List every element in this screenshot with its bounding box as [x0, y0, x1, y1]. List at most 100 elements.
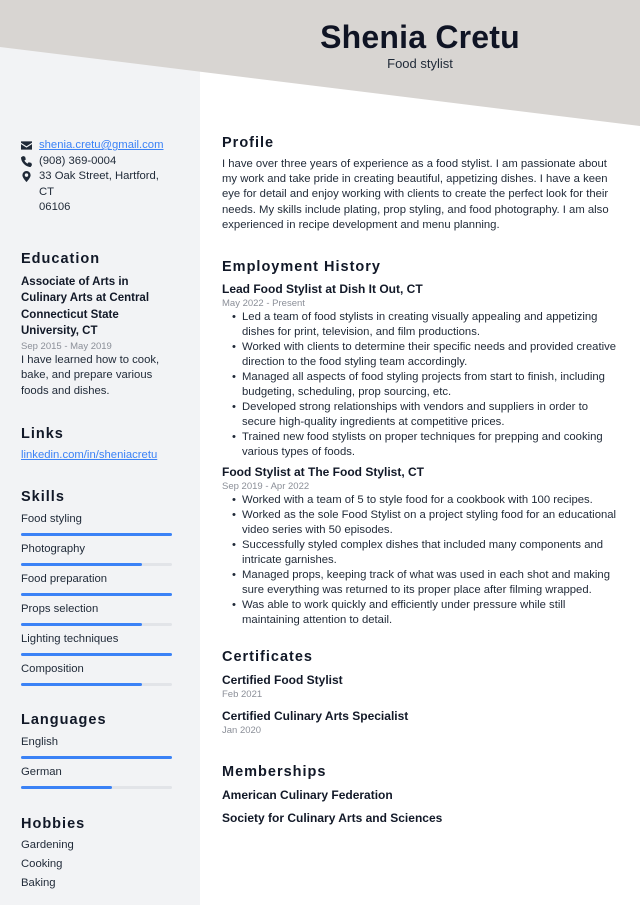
job-dates: Sep 2019 - Apr 2022 — [222, 481, 310, 493]
certificate-date: Feb 2021 — [222, 689, 263, 701]
phone-icon — [21, 154, 39, 167]
skills-section: Skills Food styling Photography Food prepa… — [21, 488, 173, 686]
language-name: German — [21, 766, 62, 778]
job-bullets: Worked with a team of 5 to style food fo… — [232, 493, 622, 628]
membership-item: Society for Culinary Arts and Sciences — [222, 811, 443, 826]
level-bar-fill — [21, 563, 142, 566]
education-section: Education Associate of Arts in Culinary … — [21, 250, 173, 400]
profile-section: Profile I have over three years of exper… — [222, 134, 622, 233]
email-link[interactable]: shenia.cretu@gmail.com — [39, 138, 164, 154]
bullet-item: Managed props, keeping track of what was… — [232, 568, 622, 598]
contact-address: 33 Oak Street, Hartford, CT 06106 — [21, 169, 173, 216]
contact-email: shenia.cretu@gmail.com — [21, 138, 173, 154]
skills-list: Food styling Photography Food preparation P… — [21, 512, 173, 686]
job-entry: Lead Food Stylist at Dish It Out, CT May … — [222, 281, 622, 460]
job-dates: May 2022 - Present — [222, 298, 305, 310]
hobby-item: Gardening — [21, 839, 74, 851]
bullet-item: Led a team of food stylists in creating … — [232, 310, 622, 340]
skill-name: Photography — [21, 543, 86, 555]
bullet-item: Was able to work quickly and efficiently… — [232, 598, 622, 628]
left-column: shenia.cretu@gmail.com (908) 369-0004 33… — [21, 138, 173, 893]
job-role: Food stylist — [387, 56, 453, 71]
level-bar-track — [21, 593, 172, 596]
contact-section: shenia.cretu@gmail.com (908) 369-0004 33… — [21, 138, 173, 216]
memberships-section: Memberships American Culinary Federation… — [222, 763, 622, 826]
level-bar-track — [21, 786, 172, 789]
level-bar-fill — [21, 623, 142, 626]
certificate-entry: Certified Food Stylist Feb 2021 — [222, 672, 622, 701]
section-title-profile: Profile — [222, 135, 275, 151]
level-bar-fill — [21, 653, 172, 656]
skill-item: Food preparation — [21, 572, 173, 596]
envelope-icon — [21, 138, 39, 151]
profile-text: I have over three years of experience as… — [222, 158, 609, 231]
skill-name: Food preparation — [21, 573, 108, 585]
section-title-skills: Skills — [21, 489, 65, 505]
level-bar-fill — [21, 593, 172, 596]
employment-section: Employment History Lead Food Stylist at … — [222, 258, 622, 628]
address: 33 Oak Street, Hartford, CT 06106 — [39, 169, 173, 216]
hobbies-list: Gardening Cooking Baking — [21, 836, 173, 893]
hobby-item: Cooking — [21, 858, 63, 870]
level-bar-track — [21, 623, 172, 626]
skill-name: Food styling — [21, 513, 82, 525]
level-bar-track — [21, 683, 172, 686]
language-item: German — [21, 765, 173, 789]
header: Shenia Cretu Food stylist — [300, 18, 540, 72]
education-description: I have learned how to cook, bake, and pr… — [21, 353, 160, 397]
bullet-item: Successfully styled complex dishes that … — [232, 538, 622, 568]
hobby-item: Baking — [21, 877, 56, 889]
skill-item: Food styling — [21, 512, 173, 536]
skill-name: Composition — [21, 663, 84, 675]
level-bar-track — [21, 653, 172, 656]
level-bar-fill — [21, 533, 172, 536]
section-title-employment: Employment History — [222, 259, 381, 276]
level-bar-fill — [21, 786, 112, 789]
bullet-item: Worked as the sole Food Stylist on a pro… — [232, 508, 622, 538]
section-title-hobbies: Hobbies — [21, 816, 86, 832]
job-bullets: Led a team of food stylists in creating … — [232, 310, 622, 460]
level-bar-fill — [21, 683, 142, 686]
level-bar-track — [21, 756, 172, 759]
bullet-item: Worked with clients to determine their s… — [232, 340, 622, 370]
languages-list: English German — [21, 735, 173, 789]
jobs-list: Lead Food Stylist at Dish It Out, CT May … — [222, 281, 622, 628]
section-title-education: Education — [21, 250, 101, 267]
language-name: English — [21, 736, 59, 748]
skill-name: Props selection — [21, 603, 99, 615]
links-section: Links linkedin.com/in/sheniacretu — [21, 425, 173, 463]
skill-item: Composition — [21, 662, 173, 686]
education-dates: Sep 2015 - May 2019 — [21, 340, 112, 352]
bullet-item: Trained new food stylists on proper tech… — [232, 430, 622, 460]
skill-name: Lighting techniques — [21, 633, 119, 645]
languages-section: Languages English German — [21, 711, 173, 789]
certificate-name: Certified Food Stylist — [222, 673, 343, 688]
section-title-languages: Languages — [21, 712, 107, 728]
bullet-item: Developed strong relationships with vend… — [232, 400, 622, 430]
skill-item: Lighting techniques — [21, 632, 173, 656]
level-bar-track — [21, 533, 172, 536]
certificates-section: Certificates Certified Food Stylist Feb 2… — [222, 648, 622, 737]
bullet-item: Managed all aspects of food styling proj… — [232, 370, 622, 400]
linkedin-link[interactable]: linkedin.com/in/sheniacretu — [21, 449, 157, 461]
bullet-item: Worked with a team of 5 to style food fo… — [232, 493, 622, 508]
certificate-name: Certified Culinary Arts Specialist — [222, 709, 409, 724]
contact-phone: (908) 369-0004 — [21, 154, 173, 170]
certificate-entry: Certified Culinary Arts Specialist Jan 20… — [222, 708, 622, 737]
level-bar-fill — [21, 756, 172, 759]
section-title-certificates: Certificates — [222, 649, 313, 666]
skill-item: Props selection — [21, 602, 173, 626]
map-pin-icon — [21, 169, 39, 182]
job-title: Lead Food Stylist at Dish It Out, CT — [222, 282, 423, 297]
level-bar-track — [21, 563, 172, 566]
membership-item: American Culinary Federation — [222, 788, 393, 803]
job-entry: Food Stylist at The Food Stylist, CT Sep … — [222, 464, 622, 628]
section-title-links: Links — [21, 426, 64, 442]
section-title-memberships: Memberships — [222, 764, 327, 781]
certificates-list: Certified Food Stylist Feb 2021 Certified … — [222, 672, 622, 737]
phone-number: (908) 369-0004 — [39, 154, 117, 167]
education-degree: Associate of Arts in Culinary Arts at Ce… — [21, 275, 150, 338]
language-item: English — [21, 735, 173, 759]
address-line-1: 33 Oak Street, Hartford, CT — [39, 170, 159, 198]
candidate-name: Shenia Cretu — [320, 19, 520, 55]
